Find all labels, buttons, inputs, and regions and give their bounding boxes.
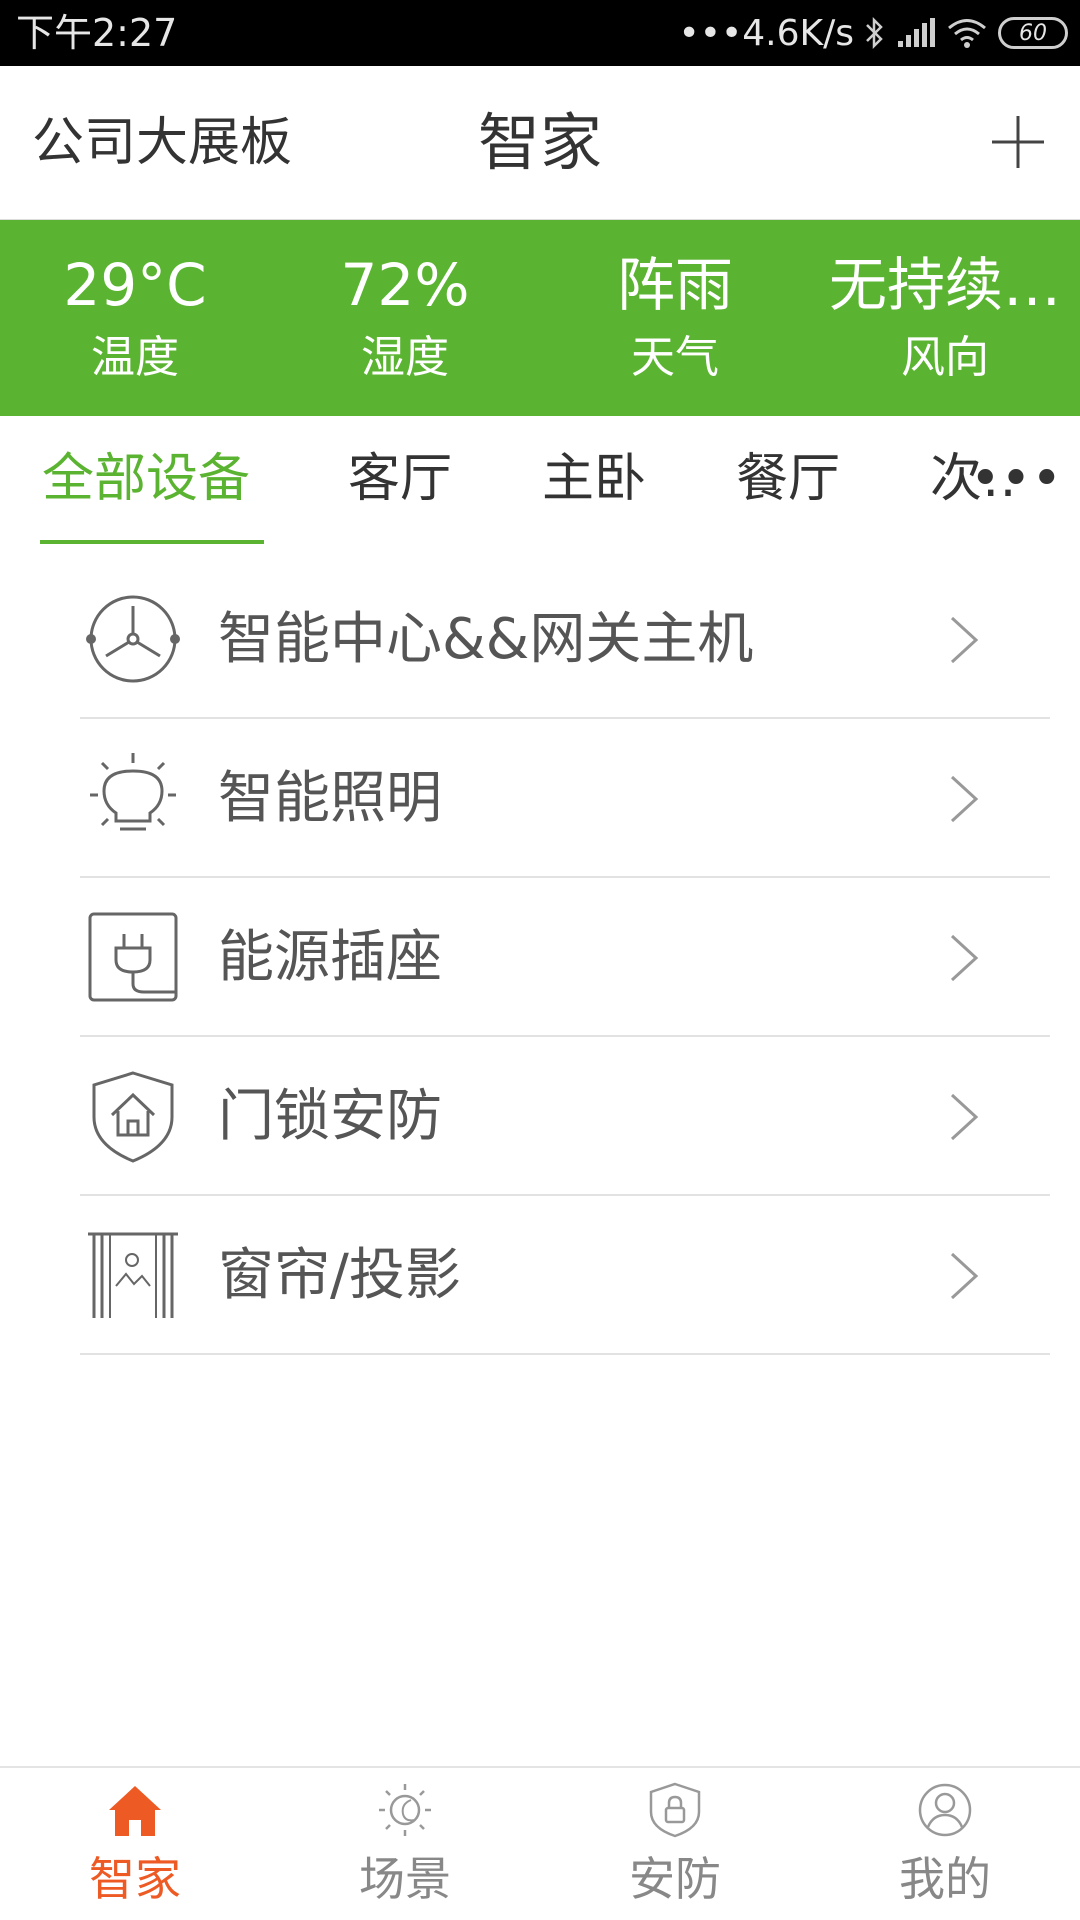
humidity-label: 湿度 bbox=[361, 332, 449, 383]
signal-icon bbox=[896, 17, 936, 49]
tab-master-bedroom[interactable]: 主卧 bbox=[542, 446, 646, 512]
nav-security-label: 安防 bbox=[629, 1852, 721, 1906]
status-bar: 下午2:27 •••4.6K/s 60 bbox=[0, 0, 1080, 66]
wind-value: 无持续… bbox=[828, 251, 1061, 319]
device-category-label: 窗帘/投影 bbox=[218, 1243, 461, 1308]
chevron-right-icon bbox=[950, 1252, 979, 1300]
temperature-label: 温度 bbox=[91, 332, 179, 383]
wifi-icon bbox=[946, 17, 988, 49]
device-category-label: 智能中心&&网关主机 bbox=[218, 607, 754, 672]
bottom-nav: 智家 场景 安防 我的 bbox=[0, 1766, 1080, 1920]
home-icon bbox=[109, 1786, 161, 1836]
weather-condition: 阵雨 天气 bbox=[540, 220, 810, 416]
battery-icon: 60 bbox=[998, 17, 1068, 49]
condition-value: 阵雨 bbox=[616, 251, 733, 319]
weather-humidity: 72% 湿度 bbox=[270, 220, 540, 416]
network-speed: •••4.6K/s bbox=[678, 12, 854, 54]
list-item[interactable]: 智能中心&&网关主机 bbox=[80, 560, 1050, 719]
list-item[interactable]: 能源插座 bbox=[80, 878, 1050, 1037]
device-category-list: 智能中心&&网关主机 智能照明 能源插座 门锁安防 窗帘/投影 bbox=[80, 560, 1050, 1355]
status-icons: •••4.6K/s 60 bbox=[679, 10, 1068, 56]
nav-profile[interactable]: 我的 bbox=[810, 1768, 1080, 1920]
nav-home[interactable]: 智家 bbox=[0, 1768, 270, 1920]
chevron-right-icon bbox=[950, 1093, 979, 1141]
device-category-label: 门锁安防 bbox=[218, 1084, 442, 1149]
nav-scene[interactable]: 场景 bbox=[270, 1768, 540, 1920]
tab-living-room[interactable]: 客厅 bbox=[348, 446, 452, 512]
list-item[interactable]: 智能照明 bbox=[80, 719, 1050, 878]
nav-profile-label: 我的 bbox=[899, 1852, 991, 1906]
profile-icon bbox=[918, 1783, 972, 1837]
plug-icon bbox=[88, 912, 178, 1002]
weather-wind: 无持续… 风向 bbox=[810, 220, 1080, 416]
tab-all-devices[interactable]: 全部设备 bbox=[42, 446, 250, 512]
bulb-icon bbox=[90, 753, 176, 831]
battery-level: 60 bbox=[1019, 20, 1047, 46]
room-tabs: 全部设备 客厅 主卧 餐厅 次… ••• bbox=[0, 416, 1080, 546]
plus-icon bbox=[992, 116, 1044, 168]
list-item[interactable]: 窗帘/投影 bbox=[80, 1196, 1050, 1355]
weather-panel: 29°C 温度 72% 湿度 阵雨 天气 无持续… 风向 bbox=[0, 220, 1080, 416]
temperature-value: 29°C bbox=[63, 251, 207, 319]
scene-icon bbox=[379, 1784, 431, 1836]
tabs-more-indicator[interactable]: ••• bbox=[970, 446, 1062, 512]
list-item[interactable]: 门锁安防 bbox=[80, 1037, 1050, 1196]
page-title: 智家 bbox=[477, 106, 602, 179]
add-button[interactable] bbox=[986, 110, 1050, 174]
nav-home-label: 智家 bbox=[89, 1852, 181, 1906]
active-tab-indicator bbox=[40, 540, 264, 544]
device-category-label: 智能照明 bbox=[218, 766, 442, 831]
tab-dining-room[interactable]: 餐厅 bbox=[736, 446, 840, 512]
weather-temperature: 29°C 温度 bbox=[0, 220, 270, 416]
wind-label: 风向 bbox=[901, 332, 989, 383]
humidity-value: 72% bbox=[340, 251, 470, 319]
bluetooth-icon bbox=[864, 16, 886, 50]
chevron-right-icon bbox=[950, 616, 979, 664]
chevron-right-icon bbox=[950, 775, 979, 823]
chevron-right-icon bbox=[950, 934, 979, 982]
status-time: 下午2:27 bbox=[16, 11, 178, 55]
hub-icon bbox=[86, 595, 180, 683]
shield-home-icon bbox=[92, 1071, 174, 1163]
app-header: 公司大展板 智家 bbox=[0, 66, 1080, 220]
nav-scene-label: 场景 bbox=[359, 1852, 451, 1906]
nav-security[interactable]: 安防 bbox=[540, 1768, 810, 1920]
device-category-label: 能源插座 bbox=[218, 925, 442, 990]
security-icon bbox=[649, 1782, 701, 1838]
curtain-icon bbox=[88, 1232, 178, 1318]
condition-label: 天气 bbox=[631, 332, 719, 383]
